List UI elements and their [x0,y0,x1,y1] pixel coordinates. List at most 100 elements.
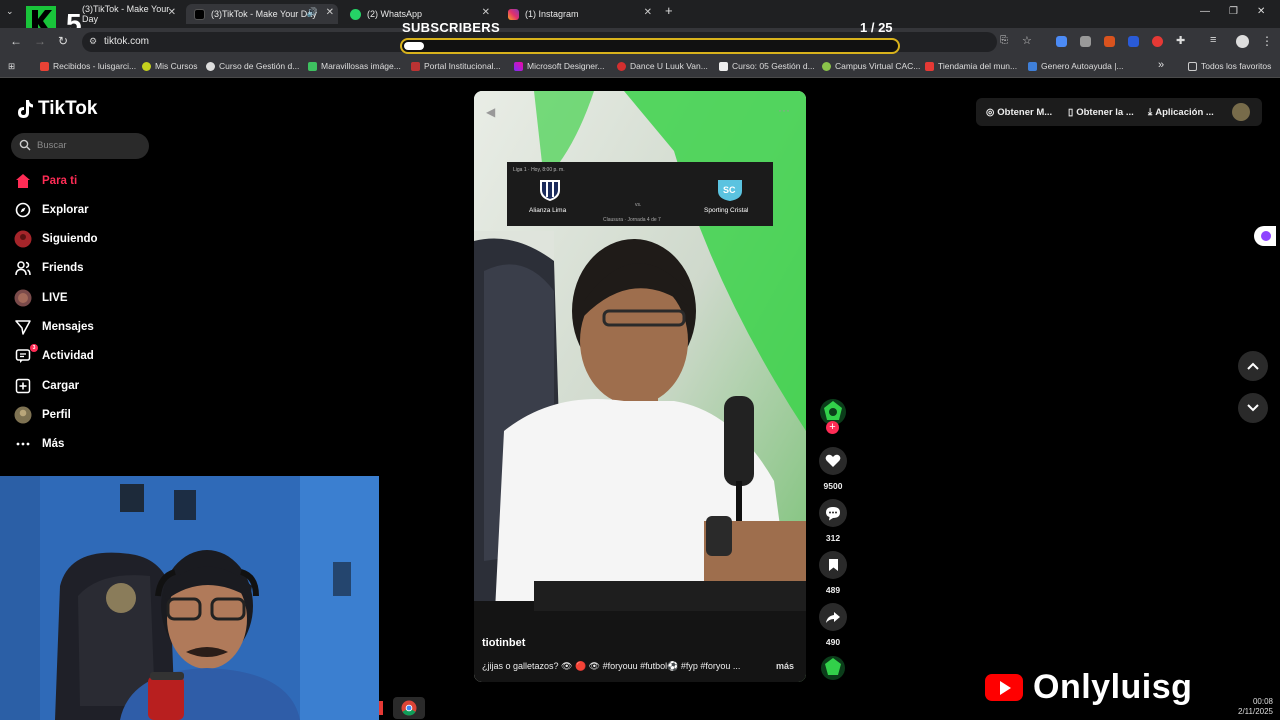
bookmark-item[interactable]: Portal Institucional... [411,61,501,71]
nav-label: Actividad [42,350,94,362]
compass-icon [14,201,32,219]
bookmark-icon [819,551,847,579]
bookmark-item[interactable]: Recibidos - luisgarci... [40,61,136,71]
tiktok-favicon [194,8,205,20]
tab-search-icon[interactable]: ⌄ [6,6,14,17]
window-close-icon[interactable]: ✕ [1257,6,1265,17]
all-bookmarks[interactable]: Todos los favoritos [1188,61,1271,71]
search-placeholder: Buscar [37,140,67,151]
reload-icon[interactable]: ↻ [58,34,68,48]
tiktok-logo[interactable]: TikTok [16,98,97,120]
nav-cargar[interactable]: Cargar [14,376,79,396]
extension-icon[interactable] [1080,36,1091,47]
bookmark-item[interactable]: Curso: 05 Gestión d... [719,61,815,71]
translate-extension-button[interactable] [1254,226,1276,246]
close-icon[interactable]: ✕ [644,7,652,18]
desktop-app-button[interactable]: ⤓ Aplicación ... [1148,107,1214,118]
chrome-menu-icon[interactable]: ⋮ [1261,34,1273,48]
clock-date: 2/11/2025 [1238,707,1273,716]
get-coins-button[interactable]: ◎ Obtener M... [986,107,1052,118]
bookmark-star-icon[interactable]: ☆ [1022,34,1032,47]
bookmark-item[interactable]: Tiendamia del mun... [925,61,1017,71]
bookmark-item[interactable]: Dance U Luuk Van... [617,61,708,71]
activity-badge: 3 [30,344,38,352]
user-avatar[interactable] [1232,103,1250,121]
site-info-icon[interactable]: ⚙ [89,36,97,47]
share-icon [819,603,847,631]
bookmark-item[interactable]: Campus Virtual CAC... [822,61,920,71]
creator-avatar[interactable]: + [818,398,848,434]
youtube-channel-brand: Onlyluisg [985,668,1192,707]
bookmark-item[interactable]: Maravillosas imáge... [308,61,401,71]
nav-perfil[interactable]: Perfil [14,405,71,425]
like-button[interactable]: 9500 [818,447,848,491]
share-button[interactable]: 490 [818,603,848,647]
tab-label: (3)TikTok - Make Your Day [211,9,317,19]
video-author[interactable]: tiotinbet [482,637,525,649]
bookmark-label: Portal Institucional... [424,61,501,71]
get-app-button[interactable]: ▯ Obtener la ... [1068,107,1134,118]
comment-button[interactable]: 312 [818,499,848,543]
profile-avatar[interactable] [1236,35,1249,48]
share-count: 490 [825,637,841,647]
bookmark-item[interactable]: Genero Autoayuda |... [1028,61,1124,71]
save-count: 489 [825,585,841,595]
extension-icon[interactable] [1152,36,1163,47]
nav-mas[interactable]: Más [14,434,64,454]
speaker-icon[interactable]: 🔊 [307,7,318,18]
courses-icon [142,61,151,71]
bookmark-item[interactable]: Curso de Gestión d... [206,61,299,71]
back-icon[interactable]: ← [10,34,22,48]
media-control-icon[interactable]: ≡ [1210,34,1216,46]
nav-live[interactable]: LIVE [14,288,68,308]
nav-explorar[interactable]: Explorar [14,200,89,220]
profile-icon [14,406,32,424]
comment-icon [819,499,847,527]
browser-tab-bar: (3)TikTok - Make Your Day ✕ (3)TikTok - … [0,0,1280,28]
save-button[interactable]: 489 [818,551,848,595]
video-player[interactable]: ◀ ··· Liga 1 · Hoy, 8:00 p. m. Alianza L… [474,91,806,682]
close-icon[interactable]: ✕ [168,7,176,18]
chrome-taskbar-button[interactable] [393,697,425,719]
tab-instagram[interactable]: (1) Instagram ✕ [500,4,656,24]
restore-icon[interactable]: ❐ [1229,6,1238,17]
search-input[interactable]: Buscar [11,133,149,159]
extension-icon[interactable] [1104,36,1115,47]
bookmark-label: Genero Autoayuda |... [1041,61,1124,71]
tab-tiktok-2[interactable]: (3)TikTok - Make Your Day 🔊 ✕ [186,4,338,24]
nav-para-ti[interactable]: Para ti [14,171,77,191]
follow-plus-icon[interactable]: + [826,421,839,434]
previous-video-button[interactable] [1238,351,1268,381]
video-options-icon[interactable]: ··· [778,103,790,117]
nav-label: LIVE [42,292,68,304]
sound-disc[interactable] [818,655,848,686]
download-icon: ⤓ [1148,107,1153,118]
mute-icon[interactable]: ◀ [486,105,495,119]
more-bookmarks-icon[interactable]: » [1158,59,1164,71]
extension-icon[interactable] [1056,36,1067,47]
system-clock[interactable]: 00:08 2/11/2025 [1238,697,1273,717]
extension-icon[interactable] [1128,36,1139,47]
nav-actividad[interactable]: 3 Actividad [14,344,94,366]
bookmark-label: Tiendamia del mun... [938,61,1018,71]
nav-siguiendo[interactable]: Siguiendo [14,229,98,249]
install-app-icon[interactable]: ⎘ [1000,35,1008,46]
portal-icon [411,61,420,71]
new-tab-button[interactable]: + [665,3,673,18]
apps-grid-icon[interactable]: ⊞ [8,61,15,72]
bookmark-item[interactable]: Mis Cursos [142,61,198,71]
chevron-down-icon [1247,404,1259,412]
live-icon [14,289,32,307]
close-icon[interactable]: ✕ [326,7,334,18]
next-video-button[interactable] [1238,393,1268,423]
forward-icon[interactable]: → [34,34,46,48]
nav-mensajes[interactable]: Mensajes [14,317,94,337]
close-icon[interactable]: ✕ [482,7,490,18]
caption-more-link[interactable]: más [776,661,794,671]
phone-icon: ▯ [1068,107,1074,118]
extensions-puzzle-icon[interactable]: ✚ [1176,34,1185,47]
nav-friends[interactable]: Friends [14,258,84,278]
heart-icon [819,447,847,475]
minimize-icon[interactable]: — [1200,6,1210,17]
bookmark-item[interactable]: Microsoft Designer... [514,61,604,71]
